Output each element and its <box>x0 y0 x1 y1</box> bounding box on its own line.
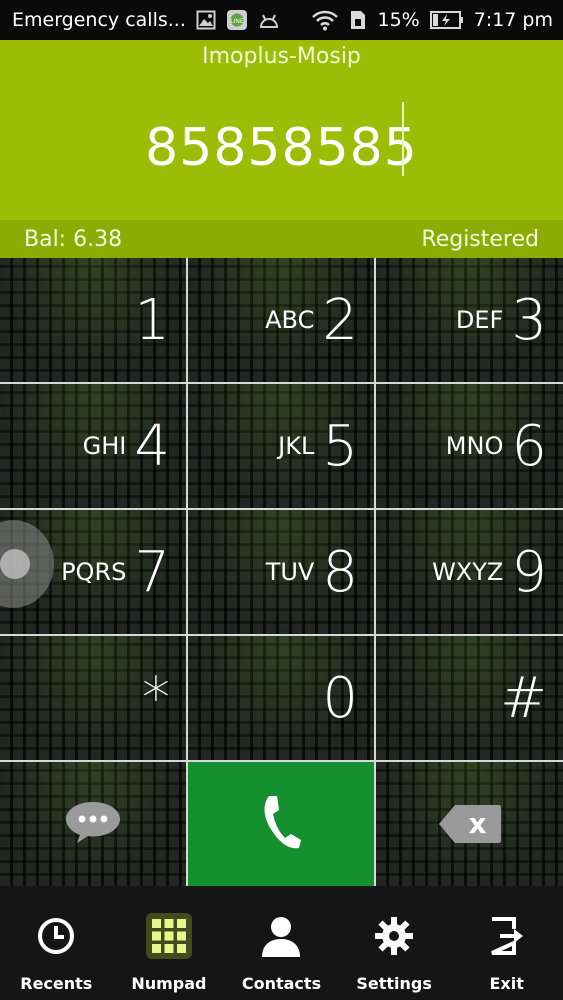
message-button[interactable] <box>0 762 186 886</box>
key-letters: PQRS <box>61 558 127 586</box>
key-digit: 2 <box>322 287 358 353</box>
battery-charging-icon <box>429 10 464 30</box>
app-title: Imoplus-Mosip <box>202 44 361 69</box>
nav-exit[interactable]: Exit <box>450 886 563 1000</box>
key-digit: * <box>142 665 170 731</box>
clock-icon <box>36 914 76 958</box>
key-digit: 6 <box>511 413 547 479</box>
gear-icon <box>374 914 414 958</box>
key-2[interactable]: ABC 2 <box>188 258 374 382</box>
clock-time: 7:17 pm <box>473 9 553 31</box>
phone-call-icon <box>259 792 303 856</box>
battery-percent: 15% <box>377 9 420 31</box>
account-info-bar: Bal: 6.38 Registered <box>0 220 563 258</box>
key-digit: 4 <box>134 413 170 479</box>
nav-contacts[interactable]: Contacts <box>225 886 338 1000</box>
key-digit: # <box>500 665 547 731</box>
nav-label: Exit <box>489 974 524 993</box>
key-5[interactable]: JKL 5 <box>188 384 374 508</box>
key-1[interactable]: 1 <box>0 258 186 382</box>
nav-label: Settings <box>356 974 432 993</box>
svg-text:LINE: LINE <box>230 18 244 25</box>
nav-label: Recents <box>20 974 93 993</box>
carrier-text: Emergency calls... <box>12 9 186 31</box>
bottom-navigation: Recents Numpad Contacts Settings Exit <box>0 886 563 1000</box>
registration-status: Registered <box>421 226 539 252</box>
message-icon <box>64 799 122 849</box>
backspace-button[interactable]: x <box>376 762 563 886</box>
key-8[interactable]: TUV 8 <box>188 510 374 634</box>
nav-recents[interactable]: Recents <box>0 886 113 1000</box>
key-4[interactable]: GHI 4 <box>0 384 186 508</box>
grid-icon <box>145 913 192 959</box>
backspace-icon: x <box>437 803 503 845</box>
key-6[interactable]: MNO 6 <box>376 384 563 508</box>
key-0[interactable]: 0 <box>188 636 374 760</box>
key-digit: 8 <box>322 539 358 605</box>
key-digit: 7 <box>134 539 170 605</box>
key-star[interactable]: * <box>0 636 186 760</box>
exit-icon <box>488 914 526 958</box>
nav-label: Contacts <box>241 974 322 993</box>
key-digit: 5 <box>322 413 358 479</box>
key-3[interactable]: DEF 3 <box>376 258 563 382</box>
person-icon <box>260 914 302 958</box>
android-icon <box>258 11 280 29</box>
key-9[interactable]: WXYZ 9 <box>376 510 563 634</box>
sim-icon <box>349 9 367 31</box>
dialed-number-field[interactable]: 85858585 <box>0 118 563 178</box>
key-letters: GHI <box>82 432 127 460</box>
nav-settings[interactable]: Settings <box>338 886 451 1000</box>
dialer-header: Imoplus-Mosip 85858585 <box>0 40 563 220</box>
key-letters: JKL <box>278 432 315 460</box>
key-letters: DEF <box>455 306 504 334</box>
status-bar: Emergency calls... LINE 15% 7:17 pm <box>0 0 563 40</box>
balance-label: Bal: 6.38 <box>24 226 123 252</box>
key-digit: 9 <box>511 539 547 605</box>
key-letters: MNO <box>445 432 504 460</box>
key-letters: ABC <box>265 306 315 334</box>
text-cursor <box>402 102 404 176</box>
key-digit: 0 <box>322 665 358 731</box>
key-letters: TUV <box>265 558 315 586</box>
dial-keypad: 1 ABC 2 DEF 3 GHI 4 JKL 5 MNO 6 PQRS 7 T… <box>0 258 563 886</box>
key-letters: WXYZ <box>432 558 504 586</box>
image-icon <box>196 10 216 30</box>
key-digit: 3 <box>511 287 547 353</box>
key-digit: 1 <box>134 287 170 353</box>
key-hash[interactable]: # <box>376 636 563 760</box>
nav-numpad[interactable]: Numpad <box>113 886 226 1000</box>
wifi-icon <box>311 9 339 31</box>
messenger-icon: LINE <box>226 9 248 31</box>
backspace-glyph: x <box>468 807 487 840</box>
nav-label: Numpad <box>131 974 207 993</box>
call-button[interactable] <box>188 762 374 886</box>
